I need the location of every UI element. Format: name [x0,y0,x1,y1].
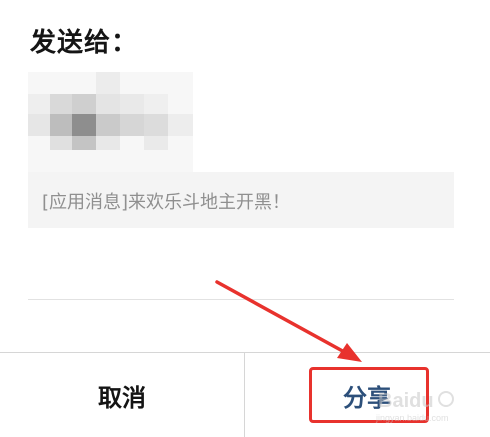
annotation-arrow-icon [215,280,362,362]
share-dialog: 发送给： [应用消息]来欢乐斗地主开黑！ 取消 分享 Baidu jingyan… [0,0,490,437]
